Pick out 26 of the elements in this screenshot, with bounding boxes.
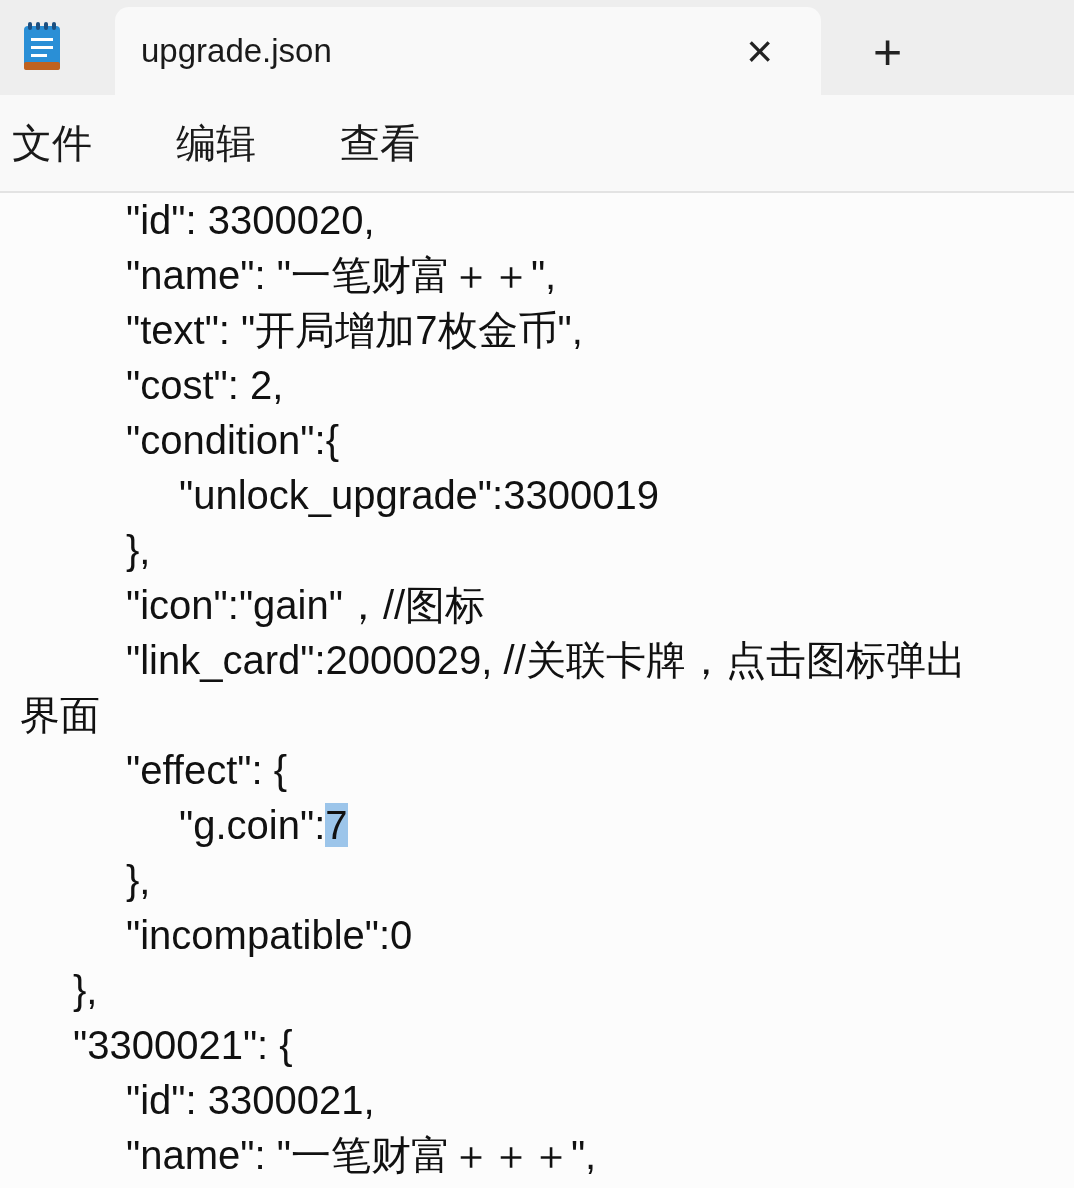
code-line: }, (125, 857, 152, 904)
code-line: }, (72, 967, 99, 1014)
code-line: "icon":"gain"，//图标 (125, 582, 487, 629)
code-line: "cost": 2, (125, 362, 285, 409)
code-line: "condition":{ (125, 417, 340, 464)
code-line: "link_card":2000029, //关联卡牌，点击图标弹出 (125, 637, 967, 684)
code-line: "unlock_upgrade":3300019 (178, 472, 660, 519)
tab-title: upgrade.json (141, 31, 332, 72)
new-tab-button[interactable]: + (873, 27, 903, 77)
code-line: "id": 3300020, (125, 197, 376, 244)
menu-item[interactable]: 文件 (12, 113, 92, 173)
close-tab-button[interactable]: × (746, 28, 773, 74)
code-line: 界面 (20, 692, 101, 739)
code-line: "name": "一笔财富＋＋＋", (125, 1132, 598, 1179)
code-line: "text": "开局增加7枚金币", (125, 307, 584, 354)
file-tab[interactable]: upgrade.json × (115, 7, 821, 95)
menu-item[interactable]: 编辑 (176, 113, 256, 173)
code-line: "incompatible":0 (125, 912, 414, 959)
code-line: "g.coin":7 (178, 802, 349, 849)
code-line: "id": 3300021, (125, 1077, 376, 1124)
notepad-icon (22, 22, 62, 72)
code-line: }, (125, 527, 152, 574)
code-line: "effect": { (125, 747, 289, 794)
menu-item[interactable]: 查看 (340, 113, 420, 173)
code-line: "3300021": { (72, 1022, 294, 1069)
code-line: "name": "一笔财富＋＋", (125, 252, 558, 299)
